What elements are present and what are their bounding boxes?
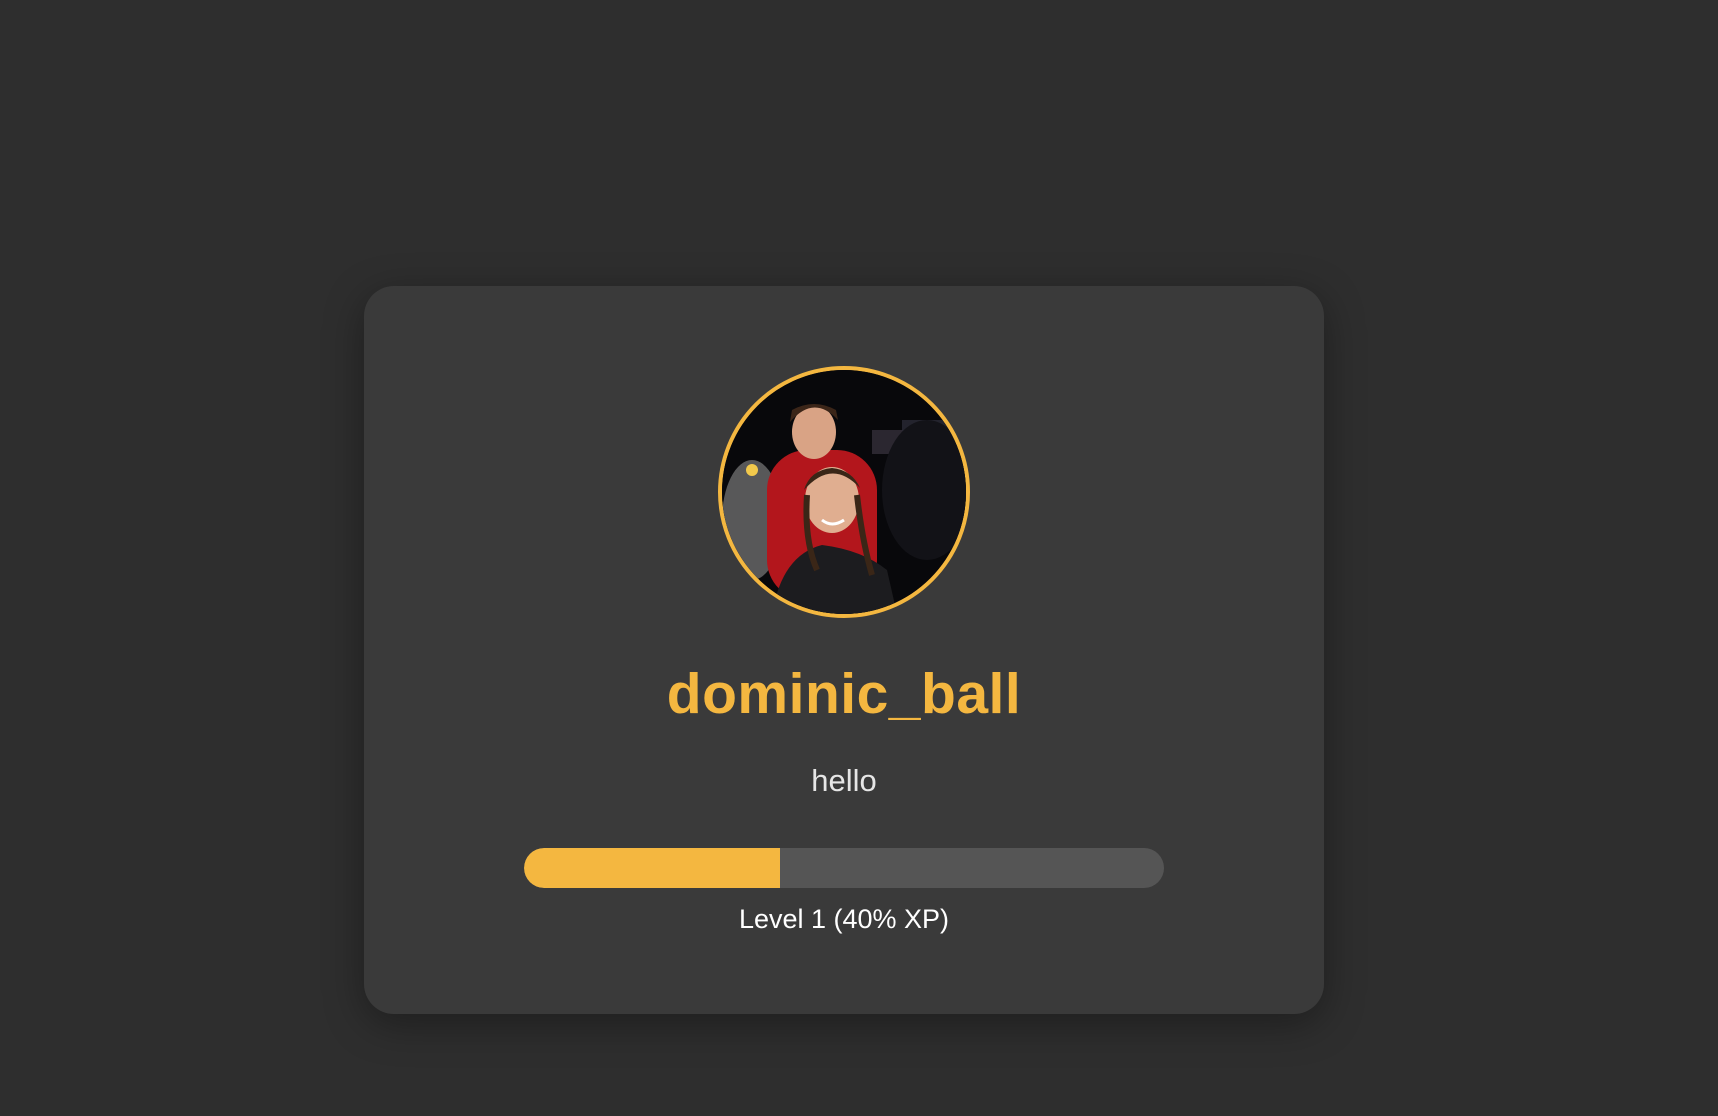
page: dominic_ball hello Level 1 (40% XP) xyxy=(0,0,1718,1116)
avatar-photo xyxy=(722,370,966,614)
avatar xyxy=(718,366,970,618)
xp-progress-fill xyxy=(524,848,780,888)
xp-progress-bar xyxy=(524,848,1164,888)
username: dominic_ball xyxy=(666,662,1022,726)
level-text: Level 1 (40% XP) xyxy=(738,904,950,934)
bio-text: hello xyxy=(811,763,877,798)
profile-card: dominic_ball hello Level 1 (40% XP) xyxy=(364,286,1324,1014)
